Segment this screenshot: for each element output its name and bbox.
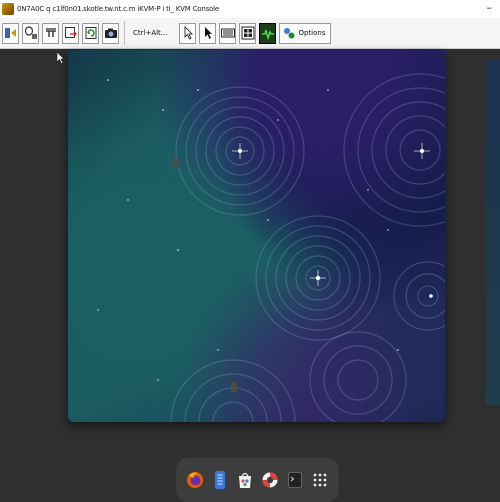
window-titlebar: 0N7A0C q c1lf0n01.skotle.tw.nt.c.m iKVM-… [0, 0, 500, 18]
dock-software-center[interactable] [236, 470, 254, 490]
mouse-cursor-icon [57, 52, 65, 64]
dock-help[interactable] [261, 470, 279, 490]
monitor-graph-button[interactable] [259, 22, 277, 44]
fullscreen-icon [241, 26, 255, 40]
options-label: Options [298, 29, 326, 37]
dock-text-editor[interactable] [211, 470, 229, 490]
software-center-icon [238, 472, 251, 488]
firefox-icon [186, 472, 203, 488]
virtual-media-icon [4, 28, 16, 38]
monitor-graph-icon [261, 29, 274, 40]
pointer-icon [204, 27, 212, 39]
screenshot-button[interactable] [102, 22, 119, 44]
single-cursor-button[interactable] [179, 22, 197, 44]
app-grid-icon [313, 473, 327, 487]
terminal-icon [288, 472, 303, 488]
options-button[interactable]: Options [279, 22, 331, 44]
pointer-button[interactable] [199, 22, 217, 44]
keyboard-button[interactable] [219, 22, 237, 44]
ctrl-alt-menu[interactable]: Ctrl+Alt... [129, 23, 171, 44]
remote-console-screen[interactable] [68, 50, 445, 422]
record-icon [64, 27, 77, 38]
dock-firefox[interactable] [186, 470, 204, 490]
refresh-button[interactable] [82, 22, 99, 44]
taskbar-dock [176, 458, 339, 502]
refresh-icon [85, 27, 96, 39]
virtual-media-button[interactable] [2, 22, 19, 44]
text-editor-icon [214, 471, 225, 489]
usb-button[interactable] [42, 22, 59, 44]
screenshot-camera-icon [104, 28, 117, 38]
dock-terminal[interactable] [286, 470, 304, 490]
minimize-button[interactable]: – [487, 2, 493, 14]
single-cursor-icon [184, 26, 193, 40]
background-window-edge[interactable] [485, 60, 500, 405]
app-logo-icon [2, 3, 14, 15]
usb-icon [45, 28, 56, 37]
options-gear-icon [284, 28, 295, 39]
mouse-mode-icon [24, 26, 37, 39]
fullscreen-button[interactable] [239, 22, 257, 44]
mouse-mode-button[interactable] [22, 22, 39, 44]
record-button[interactable] [62, 22, 79, 44]
window-title: 0N7A0C q c1lf0n01.skotle.tw.nt.c.m iKVM-… [17, 5, 219, 13]
help-lifebuoy-icon [262, 472, 278, 488]
toolbar-separator [124, 21, 125, 45]
keyboard-icon [220, 28, 235, 38]
dock-app-grid[interactable] [311, 470, 329, 490]
cosmic-wallpaper [97, 73, 445, 422]
kvm-toolbar: Ctrl+Alt... Options [0, 18, 500, 49]
